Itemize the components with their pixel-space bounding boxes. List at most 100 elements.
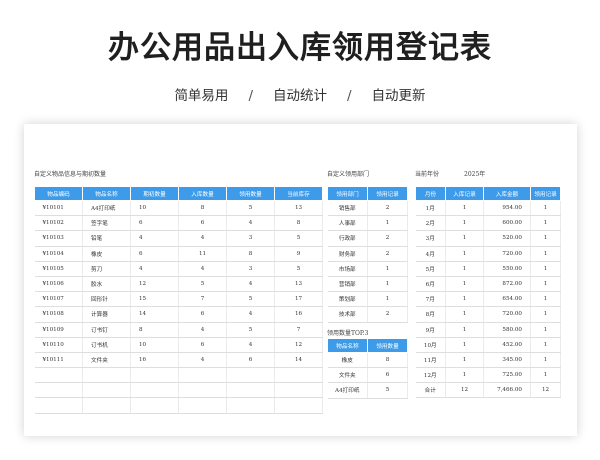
table-cell[interactable]: 4 [130,230,179,247]
empty-cell[interactable] [226,397,275,414]
table-cell[interactable]: ¥10102 [34,215,83,232]
table-cell[interactable]: 橡皮 [327,352,368,369]
table-cell[interactable]: 872.00 [483,276,531,293]
table-cell[interactable]: 580.00 [483,322,531,338]
table-cell[interactable]: 1 [445,230,484,247]
table-cell[interactable]: 2 [367,246,408,262]
table-cell[interactable]: 橡皮 [82,246,131,262]
table-cell[interactable]: 725.00 [483,367,531,384]
table-cell[interactable]: 4 [130,261,179,277]
table-cell[interactable]: 行政部 [327,230,368,247]
table-cell[interactable]: 10 [130,200,179,217]
table-cell[interactable]: 5 [226,200,275,217]
table-cell[interactable]: 1 [445,306,484,323]
table-cell[interactable]: 1 [445,276,484,293]
table-cell[interactable]: 1 [530,230,561,247]
table-cell[interactable]: 5 [274,230,323,247]
table-cell[interactable]: 1 [445,261,484,277]
table-cell[interactable]: 7月 [415,291,446,308]
empty-cell[interactable] [226,367,275,384]
table-cell[interactable]: 6 [178,306,227,323]
table-cell[interactable]: 6 [130,215,179,232]
table-cell[interactable]: 铅笔 [82,230,131,247]
table-cell[interactable]: 6 [178,215,227,232]
table-cell[interactable]: 5 [226,291,275,308]
table-cell[interactable]: 550.00 [483,261,531,277]
table-cell[interactable]: 9月 [415,322,446,338]
table-cell[interactable]: 1月 [415,200,446,217]
table-cell[interactable]: 4 [178,261,227,277]
table-cell[interactable]: 1 [530,291,561,308]
table-cell[interactable]: 4 [226,306,275,323]
table-cell[interactable]: 16 [274,306,323,323]
table-cell[interactable]: 1 [445,367,484,384]
table-cell[interactable]: 1 [530,306,561,323]
table-cell[interactable]: 回形针 [82,291,131,308]
table-cell[interactable]: 剪刀 [82,261,131,277]
table-cell[interactable]: 4月 [415,246,446,262]
table-cell[interactable]: 1 [530,352,561,369]
table-cell[interactable]: 1 [530,367,561,384]
table-cell[interactable]: 13 [274,276,323,293]
table-cell[interactable]: 14 [130,306,179,323]
table-cell[interactable]: ¥10101 [34,200,83,217]
table-cell[interactable]: 1 [445,352,484,369]
table-cell[interactable]: 技术部 [327,306,368,323]
table-cell[interactable]: 2 [367,230,408,247]
table-cell[interactable]: A4打印纸 [82,200,131,217]
table-cell[interactable]: 17 [274,291,323,308]
table-cell[interactable]: 策划部 [327,291,368,308]
table-cell[interactable]: 9 [274,246,323,262]
empty-cell[interactable] [82,382,131,399]
table-cell[interactable]: 签字笔 [82,215,131,232]
table-cell[interactable]: 8 [130,322,179,338]
table-cell[interactable]: 1 [530,215,561,232]
empty-cell[interactable] [82,367,131,384]
table-cell[interactable]: 12 [274,337,323,353]
table-cell[interactable]: 5 [178,276,227,293]
table-cell[interactable]: ¥10111 [34,352,83,369]
empty-cell[interactable] [34,367,83,384]
table-cell[interactable]: 6 [367,367,408,384]
table-cell[interactable]: 654.00 [483,291,531,308]
table-cell[interactable]: 1 [445,200,484,217]
table-cell[interactable]: 1 [367,215,408,232]
empty-cell[interactable] [178,397,227,414]
table-cell[interactable]: ¥10104 [34,246,83,262]
table-cell[interactable]: 订书机 [82,337,131,353]
table-cell[interactable]: ¥10103 [34,230,83,247]
table-cell[interactable]: 8 [178,200,227,217]
table-cell[interactable]: 1 [445,291,484,308]
table-cell[interactable]: 1 [367,291,408,308]
empty-cell[interactable] [130,382,179,399]
empty-cell[interactable] [274,397,323,414]
table-cell[interactable]: 600.00 [483,215,531,232]
table-cell[interactable]: 4 [178,352,227,369]
table-cell[interactable]: 3 [226,261,275,277]
table-cell[interactable]: ¥10109 [34,322,83,338]
table-cell[interactable]: 1 [530,246,561,262]
empty-cell[interactable] [34,397,83,414]
table-cell[interactable]: 订书钉 [82,322,131,338]
empty-cell[interactable] [274,382,323,399]
table-cell[interactable]: 2 [367,306,408,323]
table-cell[interactable]: 1 [445,215,484,232]
table-cell[interactable]: 2 [367,200,408,217]
empty-cell[interactable] [226,382,275,399]
table-cell[interactable]: 3月 [415,230,446,247]
table-cell[interactable]: 1 [530,261,561,277]
table-cell[interactable]: 345.00 [483,352,531,369]
table-cell[interactable]: 8 [274,215,323,232]
table-cell[interactable]: 计算器 [82,306,131,323]
table-cell[interactable]: 12 [130,276,179,293]
table-cell[interactable]: 16 [130,352,179,369]
table-cell[interactable]: 财务部 [327,246,368,262]
table-cell[interactable]: 6 [130,246,179,262]
table-cell[interactable]: 13 [274,200,323,217]
table-cell[interactable]: 11 [178,246,227,262]
empty-cell[interactable] [274,367,323,384]
table-cell[interactable]: 1 [445,322,484,338]
table-cell[interactable]: 1 [445,246,484,262]
table-cell[interactable]: 11月 [415,352,446,369]
table-cell[interactable]: 8 [226,246,275,262]
